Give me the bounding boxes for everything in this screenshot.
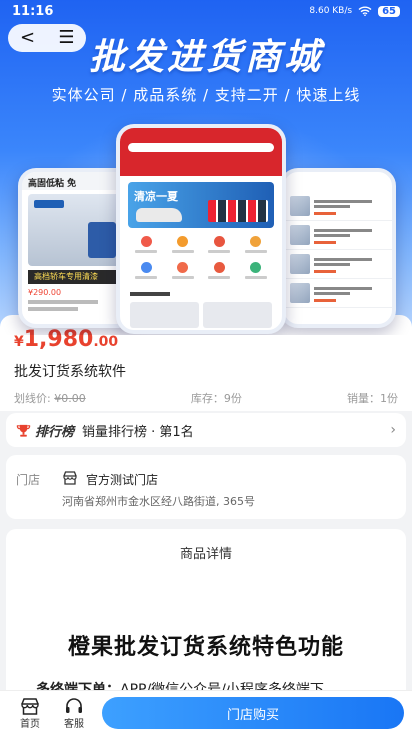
details-header: 商品详情 xyxy=(179,547,232,562)
product-name: 批发订货系统软件 xyxy=(14,364,126,380)
store-buy-button[interactable]: 门店购买 xyxy=(102,697,404,729)
status-time: 11:16 xyxy=(12,3,54,19)
price-integer: 1,980 xyxy=(23,327,94,352)
phone-left-bar: 高档轿车专用清漆 xyxy=(28,270,126,284)
ranking-brand: 排行榜 xyxy=(35,424,75,440)
tab-service-label: 客服 xyxy=(64,718,84,730)
ranking-row[interactable]: 排行榜 销量排行榜 · 第1名 › xyxy=(6,413,406,447)
product-meta: 划线价: ¥0.00 库存：9份 销量：1份 xyxy=(14,390,398,406)
ranking-text: 销量排行榜 · 第1名 xyxy=(82,424,194,440)
price-decimal: .00 xyxy=(93,334,119,350)
hero-subtitle: 实体公司 / 成品系统 / 支持二开 / 快速上线 xyxy=(51,86,361,104)
phone-mockup-center: 清凉一夏 xyxy=(116,124,286,334)
phone-center-banner-text: 清凉一夏 xyxy=(134,190,178,203)
details-heading: 橙果批发订货系统特色功能 xyxy=(67,635,344,660)
sales-count: 销量：1份 xyxy=(347,392,398,405)
store-card[interactable]: 门店 官方测试门店 河南省郑州市金水区经八路街道, 365号 xyxy=(6,455,406,519)
tab-service[interactable]: 客服 xyxy=(52,697,96,730)
list-price-label: 划线价: xyxy=(14,392,51,405)
trophy-icon xyxy=(16,424,31,437)
tab-home[interactable]: 首页 xyxy=(8,697,52,730)
store-label: 门店 xyxy=(16,473,41,487)
hero-banner: 11:16 8.60 KB/s 65 < ☰ 批发进货商城 实体公司 / 成品系… xyxy=(0,0,412,335)
stock-count: 库存：9份 xyxy=(190,392,242,405)
network-speed: 8.60 KB/s xyxy=(309,6,353,16)
store-icon xyxy=(63,471,77,485)
hero-title: 批发进货商城 xyxy=(88,37,323,78)
home-icon xyxy=(21,697,39,715)
phone-center-banner: 清凉一夏 xyxy=(128,182,274,228)
list-item xyxy=(284,221,392,250)
phone-right-header xyxy=(284,172,392,192)
phone-left-price: ¥290.00 xyxy=(28,288,62,297)
store-name: 官方测试门店 xyxy=(86,473,159,487)
price-symbol: ¥ xyxy=(14,334,24,350)
product-price: ¥1,980.00 xyxy=(14,327,118,352)
list-item xyxy=(284,192,392,221)
store-address: 河南省郑州市金水区经八路街道, 365号 xyxy=(62,495,255,508)
headset-icon xyxy=(66,697,82,713)
battery-level: 65 xyxy=(378,5,400,17)
list-item xyxy=(284,279,392,308)
phone-center-search xyxy=(128,143,274,152)
phone-mockup-right xyxy=(280,168,396,328)
wifi-icon xyxy=(358,6,372,16)
tab-home-label: 首页 xyxy=(20,718,40,730)
list-item xyxy=(284,250,392,279)
phone-center-header xyxy=(120,128,282,176)
bottom-bar: 首页 客服 门店购买 xyxy=(0,690,412,735)
chevron-right-icon: › xyxy=(390,422,396,438)
list-price: ¥0.00 xyxy=(54,392,86,405)
status-bar: 11:16 8.60 KB/s 65 xyxy=(0,0,412,22)
category-grid xyxy=(120,228,282,284)
product-image xyxy=(28,194,126,266)
